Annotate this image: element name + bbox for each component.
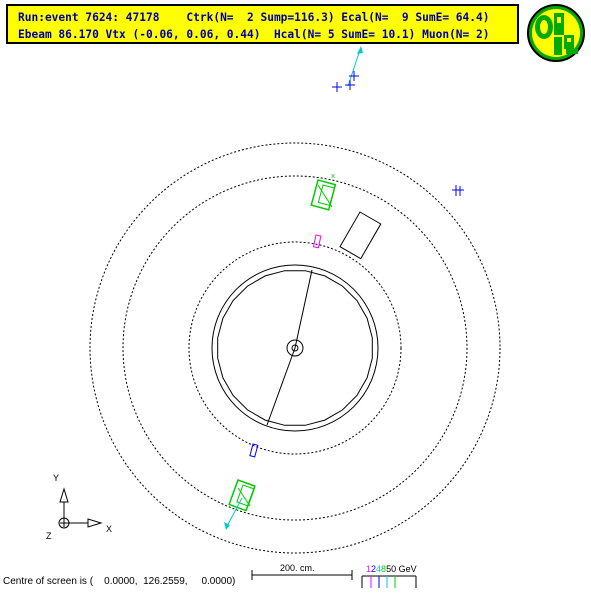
muon-hit-1 — [332, 82, 342, 92]
header-line-1: Run:event 7624: 47178 Ctrk(N= 2 Sump=116… — [18, 11, 490, 24]
energy-legend: 124850 GeV — [366, 564, 417, 574]
track-down — [266, 347, 296, 426]
axis-indicator — [58, 487, 103, 529]
ecal-marker-upper: x — [331, 172, 335, 180]
presampler-hit-upper — [312, 234, 322, 249]
muon-hit-2 — [345, 80, 355, 90]
axis-label-z: Z — [46, 531, 52, 541]
track-up — [294, 269, 313, 349]
event-display[interactable]: x Run:event 7624: 47178 Ctrk(N= 2 Sump=1… — [0, 0, 591, 592]
header-line-2: Ebeam 86.170 Vtx (-0.06, 0.06, 0.44) Hca… — [18, 28, 490, 41]
energy-legend-50: 50 GeV — [386, 564, 417, 574]
ecal-cluster-lower — [228, 479, 256, 512]
event-summary-header: Run:event 7624: 47178 Ctrk(N= 2 Sump=116… — [6, 4, 519, 44]
scale-label: 200. cm. — [280, 563, 315, 573]
opal-logo — [527, 4, 585, 62]
hcal-tower-upper — [339, 211, 382, 260]
detector-view: x — [58, 4, 585, 588]
ecal-cluster-upper — [310, 179, 337, 211]
axis-label-y: Y — [53, 473, 60, 483]
axis-label-x: X — [106, 524, 113, 534]
jet-arrow-lower — [225, 497, 243, 529]
energy-legend-ticks — [361, 575, 417, 588]
muon-hit-right — [452, 185, 464, 196]
jet-arrow-upper-head — [357, 46, 363, 54]
centre-of-screen-text: Centre of screen is ( 0.0000, 126.2559, … — [3, 576, 236, 587]
